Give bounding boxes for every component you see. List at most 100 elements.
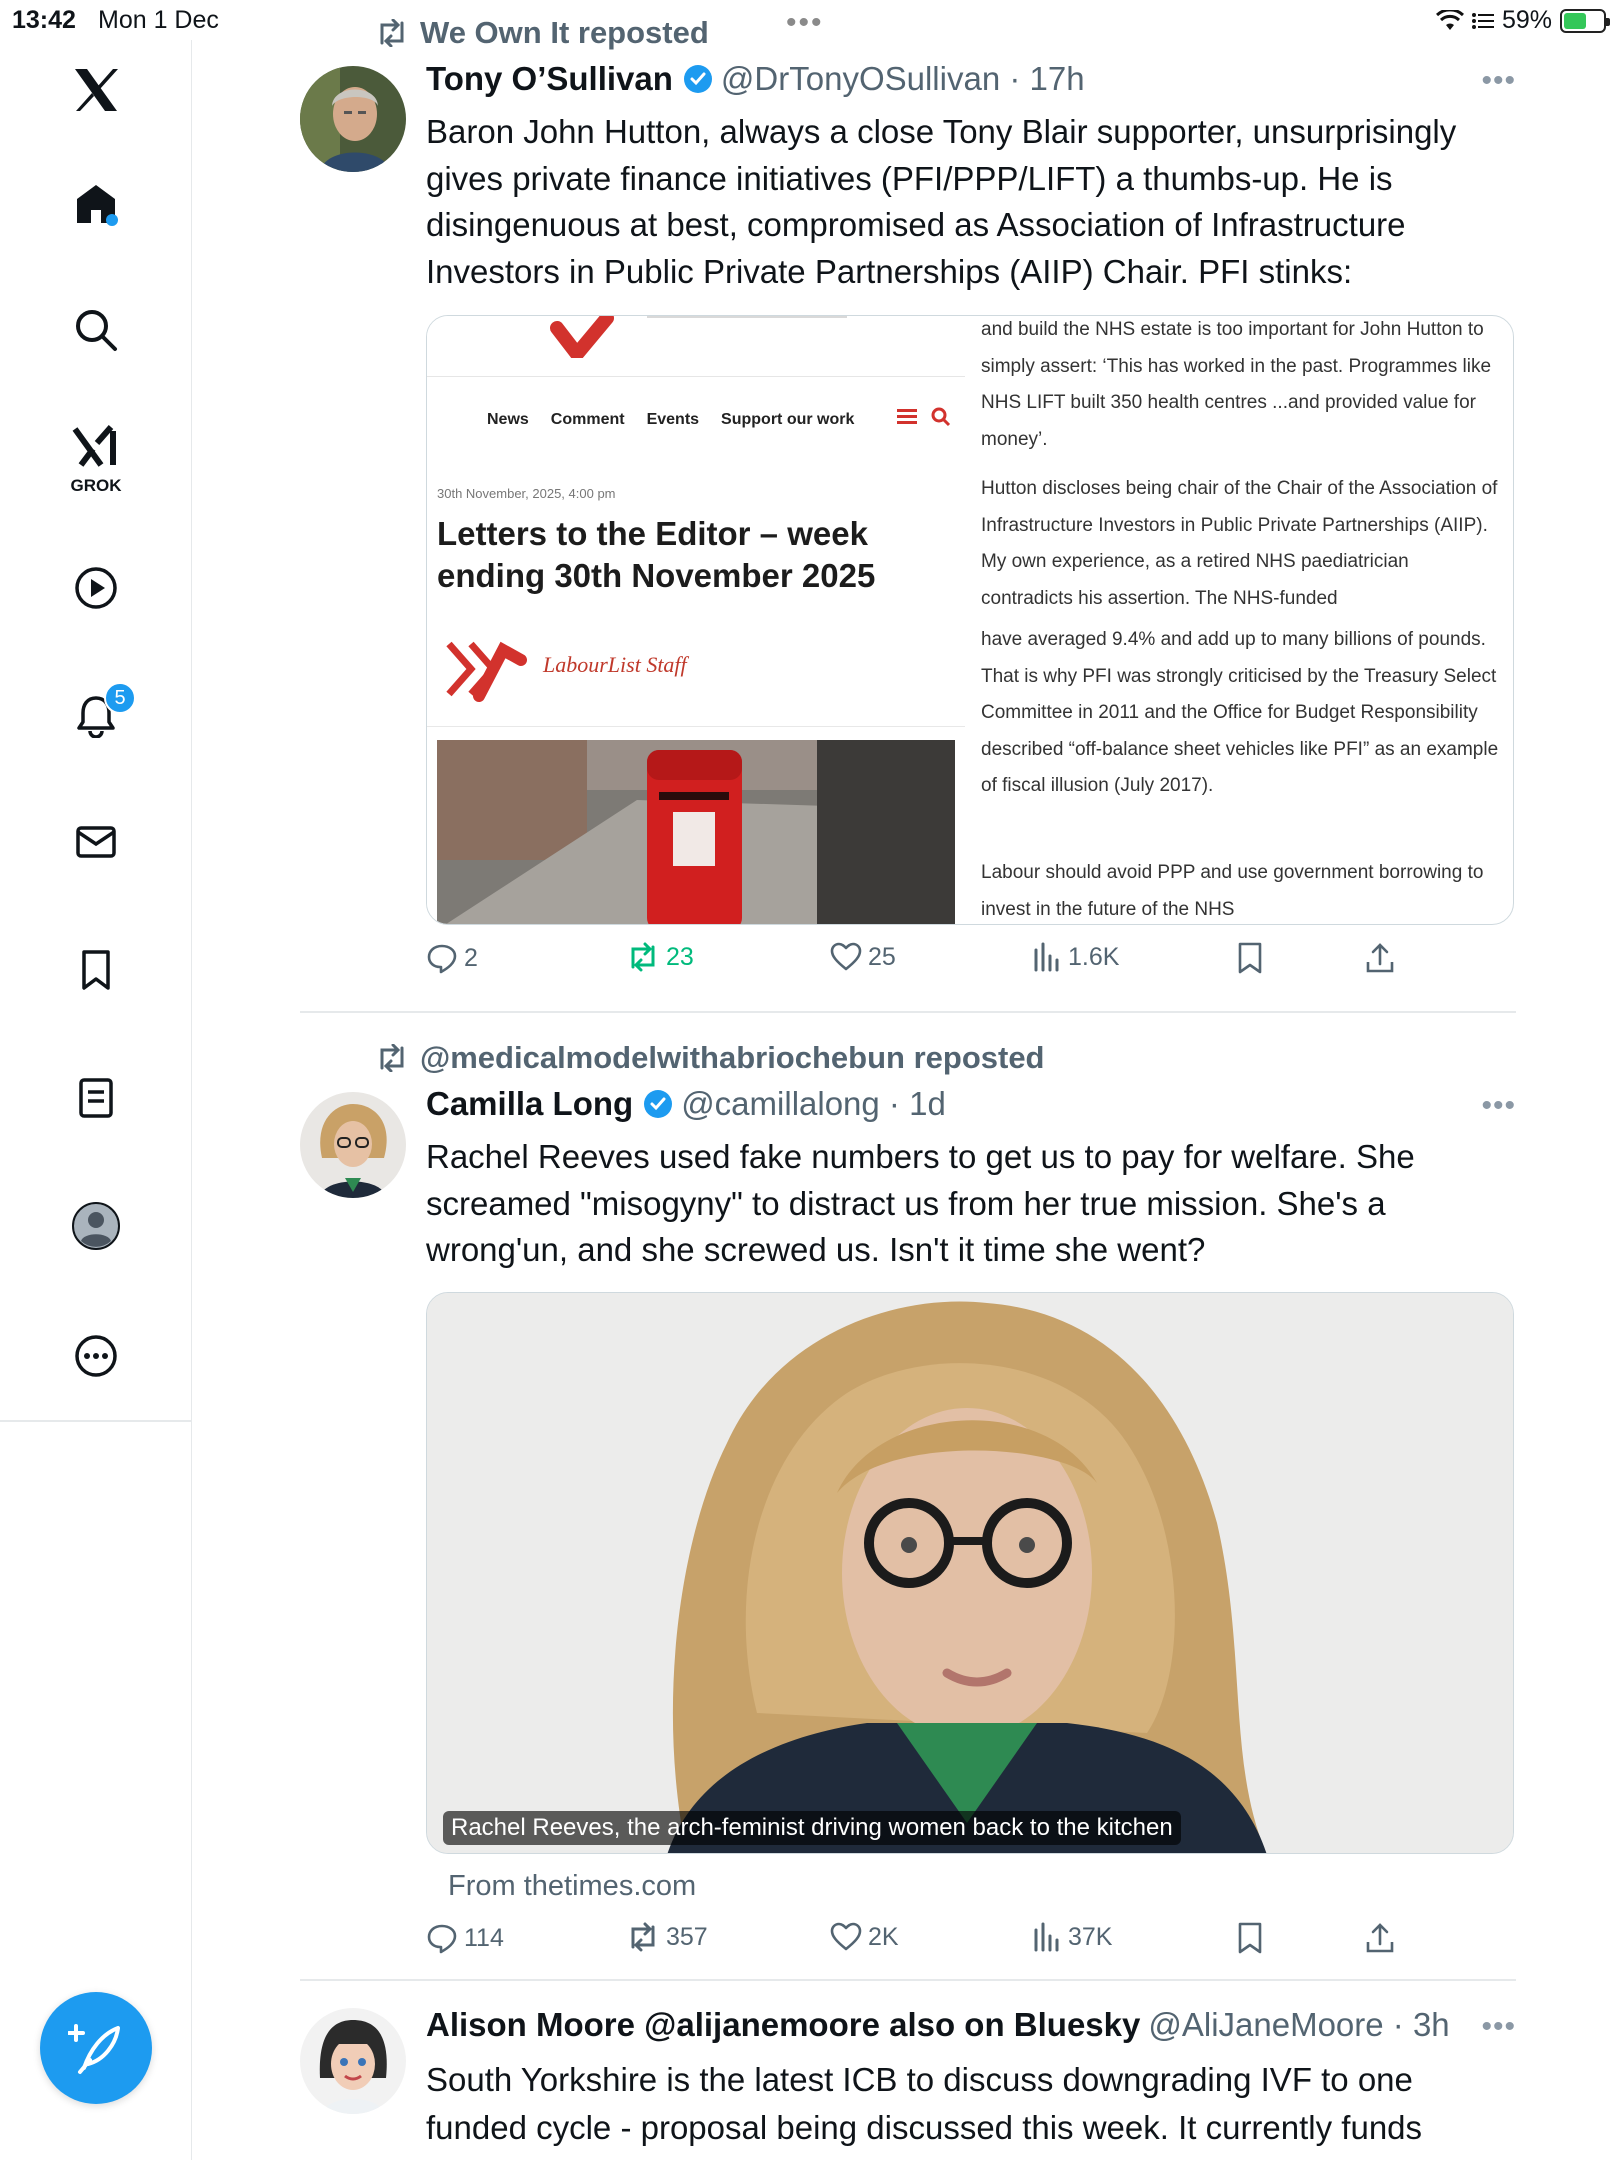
post-more-icon[interactable]: ••• xyxy=(1481,64,1516,98)
author-handle[interactable]: @AliJaneMoore · 3h xyxy=(1148,2006,1449,2044)
bookmark-icon[interactable] xyxy=(70,944,122,996)
profile-icon[interactable] xyxy=(70,1200,122,1252)
post-text: South Yorkshire is the latest ICB to dis… xyxy=(426,2061,1423,2146)
reply-count: 2 xyxy=(464,943,478,972)
like-button[interactable]: 2K xyxy=(830,1922,899,1952)
labourlist-logo-icon xyxy=(550,316,847,358)
repost-button[interactable]: 357 xyxy=(626,1922,708,1952)
share-button[interactable] xyxy=(1364,942,1396,974)
bookmark-icon xyxy=(1238,942,1262,974)
repost-count: 357 xyxy=(666,1922,708,1951)
post-more-icon[interactable]: ••• xyxy=(1481,1089,1516,1123)
author-handle[interactable]: @camillalong · 1d xyxy=(681,1085,946,1123)
share-button[interactable] xyxy=(1364,1922,1396,1954)
views-count: 37K xyxy=(1068,1922,1113,1951)
article-search-icon xyxy=(931,407,951,427)
play-icon[interactable] xyxy=(70,562,122,614)
share-icon xyxy=(1366,1923,1394,1953)
post-more-icon[interactable]: ••• xyxy=(1481,2010,1516,2044)
battery-percent: 59% xyxy=(1501,6,1552,34)
repost-icon xyxy=(380,1044,404,1072)
reply-button[interactable]: 2 xyxy=(426,942,478,974)
author-name[interactable]: Camilla Long xyxy=(426,1085,633,1123)
reply-count: 114 xyxy=(464,1923,504,1952)
home-notification-dot xyxy=(106,214,118,226)
repost-count: 23 xyxy=(666,942,694,971)
heart-icon xyxy=(830,1922,862,1951)
letter-paragraph: Hutton discloses being chair of the Chai… xyxy=(981,478,1498,609)
share-icon xyxy=(1366,943,1394,973)
grok-icon[interactable] xyxy=(70,420,122,472)
repost-icon xyxy=(631,1922,655,1952)
like-count: 2K xyxy=(868,1922,899,1951)
avatar[interactable] xyxy=(300,1092,406,1198)
article-date: 30th November, 2025, 4:00 pm xyxy=(437,486,616,501)
status-bar: 13:42 Mon 1 Dec ••• 59% xyxy=(0,0,1620,40)
verified-badge-icon xyxy=(683,64,713,94)
views-button[interactable]: 1.6K xyxy=(1032,942,1119,972)
author-name[interactable]: Tony O’Sullivan xyxy=(426,60,673,98)
post-actions: 114 357 2K 37K xyxy=(426,1922,1426,1970)
bookmark-button[interactable] xyxy=(1236,1922,1264,1954)
article-screenshot: News Comment Events Support our work 30t… xyxy=(427,316,965,924)
repost-button[interactable]: 23 xyxy=(626,942,694,972)
article-nav-items: News Comment Events Support our work xyxy=(487,411,854,429)
author-handle[interactable]: @DrTonyOSullivan · 17h xyxy=(721,60,1085,98)
compose-button[interactable] xyxy=(40,1992,152,2104)
avatar[interactable] xyxy=(300,2008,406,2114)
repost-label: We Own It reposted xyxy=(420,15,709,50)
post-separator xyxy=(300,1979,1516,1981)
mail-icon[interactable] xyxy=(70,816,122,868)
x-logo-icon[interactable] xyxy=(70,64,122,116)
article-nav-events: Events xyxy=(646,411,700,428)
post-text: Rachel Reeves used fake numbers to get u… xyxy=(426,1138,1415,1268)
grok-label: GROK xyxy=(70,476,122,495)
article-nav-comment: Comment xyxy=(550,411,625,428)
reply-icon xyxy=(427,1924,457,1954)
article-nav: News Comment Events Support our work xyxy=(427,376,965,476)
hamburger-menu-icon xyxy=(897,409,917,424)
article-nav-icons xyxy=(897,407,951,427)
notification-badge: 5 xyxy=(104,682,136,714)
letter-paragraph: and build the NHS estate is too importan… xyxy=(981,319,1492,450)
repost-icon xyxy=(631,942,655,972)
views-icon xyxy=(1034,1922,1059,1952)
link-card-image[interactable]: Rachel Reeves, the arch-feminist driving… xyxy=(426,1292,1514,1854)
article-nav-support: Support our work xyxy=(721,411,855,428)
post-separator xyxy=(300,1011,1516,1013)
battery-icon xyxy=(1560,8,1610,33)
heart-icon xyxy=(830,942,862,971)
wifi-icon xyxy=(1435,9,1464,30)
status-date: Mon 1 Dec xyxy=(98,6,219,34)
views-button[interactable]: 37K xyxy=(1032,1922,1112,1952)
post-header: Alison Moore @alijanemoore also on Blues… xyxy=(426,2006,1450,2044)
post-image[interactable]: News Comment Events Support our work 30t… xyxy=(426,315,1514,925)
like-count: 25 xyxy=(868,942,896,971)
multitasking-dots-icon[interactable]: ••• xyxy=(786,6,824,40)
like-button[interactable]: 25 xyxy=(830,942,896,972)
avatar[interactable] xyxy=(300,66,406,172)
repost-indicator: We Own It reposted xyxy=(376,15,709,51)
author-name[interactable]: Alison Moore @alijanemoore also on Blues… xyxy=(426,2006,1140,2044)
post-actions: 2 23 25 1.6K xyxy=(426,942,1426,990)
article-byline: LabourList Staff xyxy=(543,652,687,677)
bookmark-button[interactable] xyxy=(1236,942,1264,974)
postbox-photo xyxy=(437,740,955,924)
repost-indicator: @medicalmodelwithabriochebun reposted xyxy=(376,1040,1045,1076)
article-title: Letters to the Editor – week ending 30th… xyxy=(437,515,876,594)
article-nav-news: News xyxy=(487,411,529,428)
views-count: 1.6K xyxy=(1068,942,1120,971)
bookmark-icon xyxy=(1238,1922,1262,1954)
verified-badge-icon xyxy=(643,1089,673,1119)
views-icon xyxy=(1034,942,1059,972)
image-caption: Rachel Reeves, the arch-feminist driving… xyxy=(443,1811,1181,1845)
article-icon[interactable] xyxy=(70,1072,122,1124)
search-icon[interactable] xyxy=(70,304,122,356)
reply-button[interactable]: 114 xyxy=(426,1922,504,1954)
article-rule xyxy=(427,726,965,727)
more-icon[interactable] xyxy=(70,1330,122,1382)
labourlist-staff-logo-icon xyxy=(446,641,527,702)
link-source[interactable]: From thetimes.com xyxy=(448,1870,696,1903)
letter-paragraph: Labour should avoid PPP and use governme… xyxy=(981,862,1484,920)
compose-feather-icon xyxy=(68,2024,120,2074)
